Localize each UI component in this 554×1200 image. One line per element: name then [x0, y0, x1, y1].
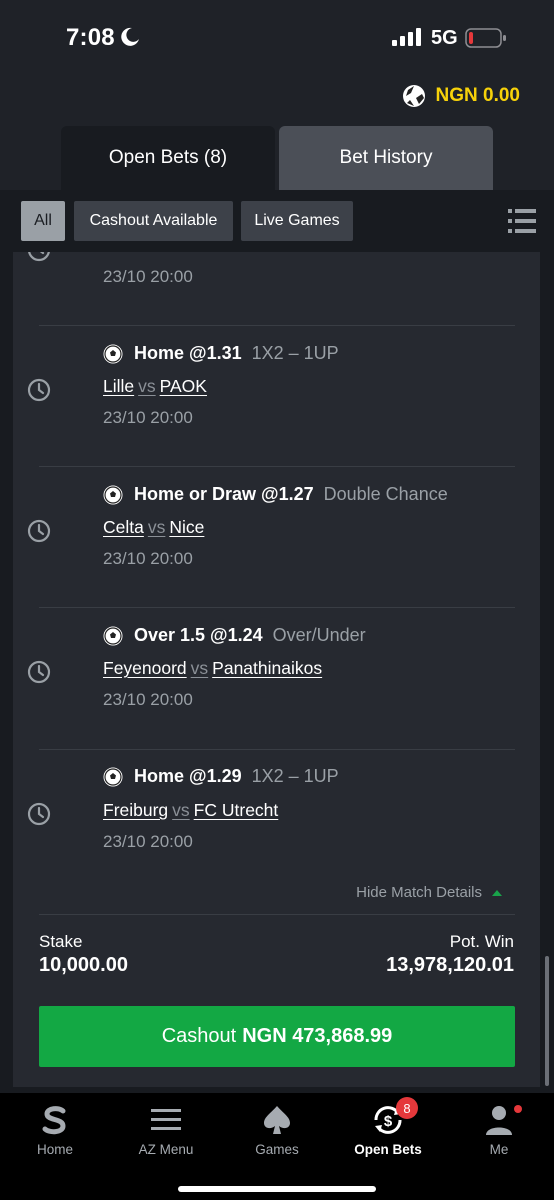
sporty-logo-icon: [42, 1106, 66, 1135]
nav-az-menu-label: AZ Menu: [138, 1142, 194, 1157]
pot-win-value: 13,978,120.01: [386, 954, 514, 976]
cashout-label: Cashout: [161, 1025, 237, 1047]
stake-value: 10,000.00: [39, 954, 128, 976]
open-bets-badge: 8: [396, 1097, 418, 1119]
selection-name: Home @1.31: [134, 343, 242, 363]
nav-home[interactable]: Home: [5, 1103, 105, 1157]
away-team[interactable]: Nice: [169, 517, 204, 537]
match-teams[interactable]: Lille vs PAOK: [103, 376, 207, 397]
svg-text:$: $: [384, 1113, 393, 1130]
hide-match-details-toggle[interactable]: Hide Match Details: [356, 884, 502, 901]
spade-icon: [264, 1106, 290, 1134]
selection-row: Home @1.31 1X2 – 1UP: [103, 343, 339, 364]
nav-me[interactable]: Me: [449, 1103, 549, 1157]
filter-bar: All Cashout Available Live Games: [0, 190, 554, 252]
market-name: 1X2 – 1UP: [251, 766, 339, 786]
divider: [39, 914, 515, 915]
match-teams[interactable]: Celta vs Nice: [103, 517, 204, 538]
filter-all[interactable]: All: [21, 201, 65, 241]
match-date: 23/10 20:00: [103, 267, 193, 286]
nav-games-label: Games: [255, 1142, 299, 1157]
bet-tabs: Open Bets (8) Bet History: [61, 126, 493, 190]
selection-name: Over 1.5 @1.24: [134, 625, 263, 645]
stake-label: Stake: [39, 932, 83, 951]
match-date: 23/10 20:00: [103, 408, 193, 427]
divider: [39, 466, 515, 467]
market-name: 1X2 – 1UP: [251, 343, 339, 363]
home-indicator: [178, 1186, 376, 1192]
nav-az-menu[interactable]: AZ Menu: [116, 1103, 216, 1157]
football-icon: [103, 344, 123, 363]
home-team[interactable]: Celta: [103, 517, 144, 537]
market-name: Double Chance: [323, 484, 448, 504]
clock-icon: [27, 660, 51, 684]
home-team[interactable]: Feyenoord: [103, 658, 187, 678]
pot-win-label: Pot. Win: [449, 932, 514, 951]
network-type: 5G: [431, 27, 458, 49]
caret-up-icon: [492, 889, 502, 896]
home-team[interactable]: Freiburg: [103, 800, 168, 820]
status-time: 7:08: [66, 24, 115, 51]
moon-icon: [121, 27, 139, 46]
nav-open-bets-label: Open Bets: [354, 1142, 422, 1157]
hide-match-details-label: Hide Match Details: [356, 884, 482, 901]
selection-row: Over 1.5 @1.24 Over/Under: [103, 625, 366, 646]
selection-name: Home @1.29: [134, 766, 242, 786]
divider: [39, 607, 515, 608]
football-icon: [103, 485, 123, 504]
bottom-nav: Home AZ Menu Games $ 8 Open Bets Me: [0, 1093, 554, 1200]
football-avatar-icon: [402, 85, 425, 107]
versus: vs: [147, 517, 166, 537]
versus: vs: [190, 658, 209, 678]
filter-cashout-available[interactable]: Cashout Available: [74, 201, 233, 241]
selection-row: Home or Draw @1.27 Double Chance: [103, 484, 448, 505]
status-bar: 7:08 5G: [0, 0, 554, 76]
notification-dot: [514, 1105, 522, 1113]
battery-icon: [465, 28, 506, 48]
tab-bet-history[interactable]: Bet History: [279, 126, 493, 190]
nav-home-label: Home: [36, 1142, 73, 1157]
versus: vs: [138, 376, 156, 396]
bet-slip-card: 23/10 20:00 Home @1.31 1X2 – 1UP Lille vs…: [13, 252, 540, 1087]
away-team[interactable]: FC Utrecht: [194, 800, 279, 820]
selection-row: Home @1.29 1X2 – 1UP: [103, 766, 339, 787]
football-icon: [103, 626, 123, 645]
football-icon: [103, 767, 123, 786]
match-date: 23/10 20:00: [103, 690, 193, 709]
market-name: Over/Under: [272, 625, 366, 645]
nav-games[interactable]: Games: [227, 1103, 327, 1157]
cashout-button[interactable]: Cashout NGN 473,868.99: [39, 1006, 515, 1067]
selection-name: Home or Draw @1.27: [134, 484, 314, 504]
home-team[interactable]: Lille: [103, 376, 134, 396]
tab-open-bets[interactable]: Open Bets (8): [61, 126, 275, 190]
cashout-amount: NGN 473,868.99: [242, 1025, 393, 1047]
clock-icon: [27, 519, 51, 543]
scrollbar[interactable]: [545, 956, 549, 1086]
match-teams[interactable]: Feyenoord vs Panathinaikos: [103, 658, 322, 679]
away-team[interactable]: PAOK: [160, 376, 207, 396]
clock-icon: [28, 252, 50, 262]
signal-icon: [392, 28, 421, 46]
balance-row[interactable]: NGN 0.00: [402, 84, 520, 108]
versus: vs: [172, 800, 190, 820]
balance-amount: NGN 0.00: [435, 85, 520, 106]
clock-icon: [27, 802, 51, 826]
bet-list[interactable]: 23/10 20:00 Home @1.31 1X2 – 1UP Lille vs…: [0, 252, 554, 1093]
match-date: 23/10 20:00: [103, 832, 193, 851]
nav-me-label: Me: [489, 1142, 509, 1157]
menu-icon: [151, 1109, 181, 1130]
person-icon: [486, 1106, 512, 1135]
nav-open-bets[interactable]: $ 8 Open Bets: [338, 1097, 438, 1157]
clock-icon: [27, 378, 51, 402]
divider: [39, 325, 515, 326]
divider: [39, 749, 515, 750]
away-team[interactable]: Panathinaikos: [212, 658, 322, 678]
filter-live-games[interactable]: Live Games: [241, 201, 353, 241]
match-teams[interactable]: Freiburg vs FC Utrecht: [103, 800, 278, 821]
match-date: 23/10 20:00: [103, 549, 193, 568]
list-view-icon[interactable]: [508, 208, 536, 234]
